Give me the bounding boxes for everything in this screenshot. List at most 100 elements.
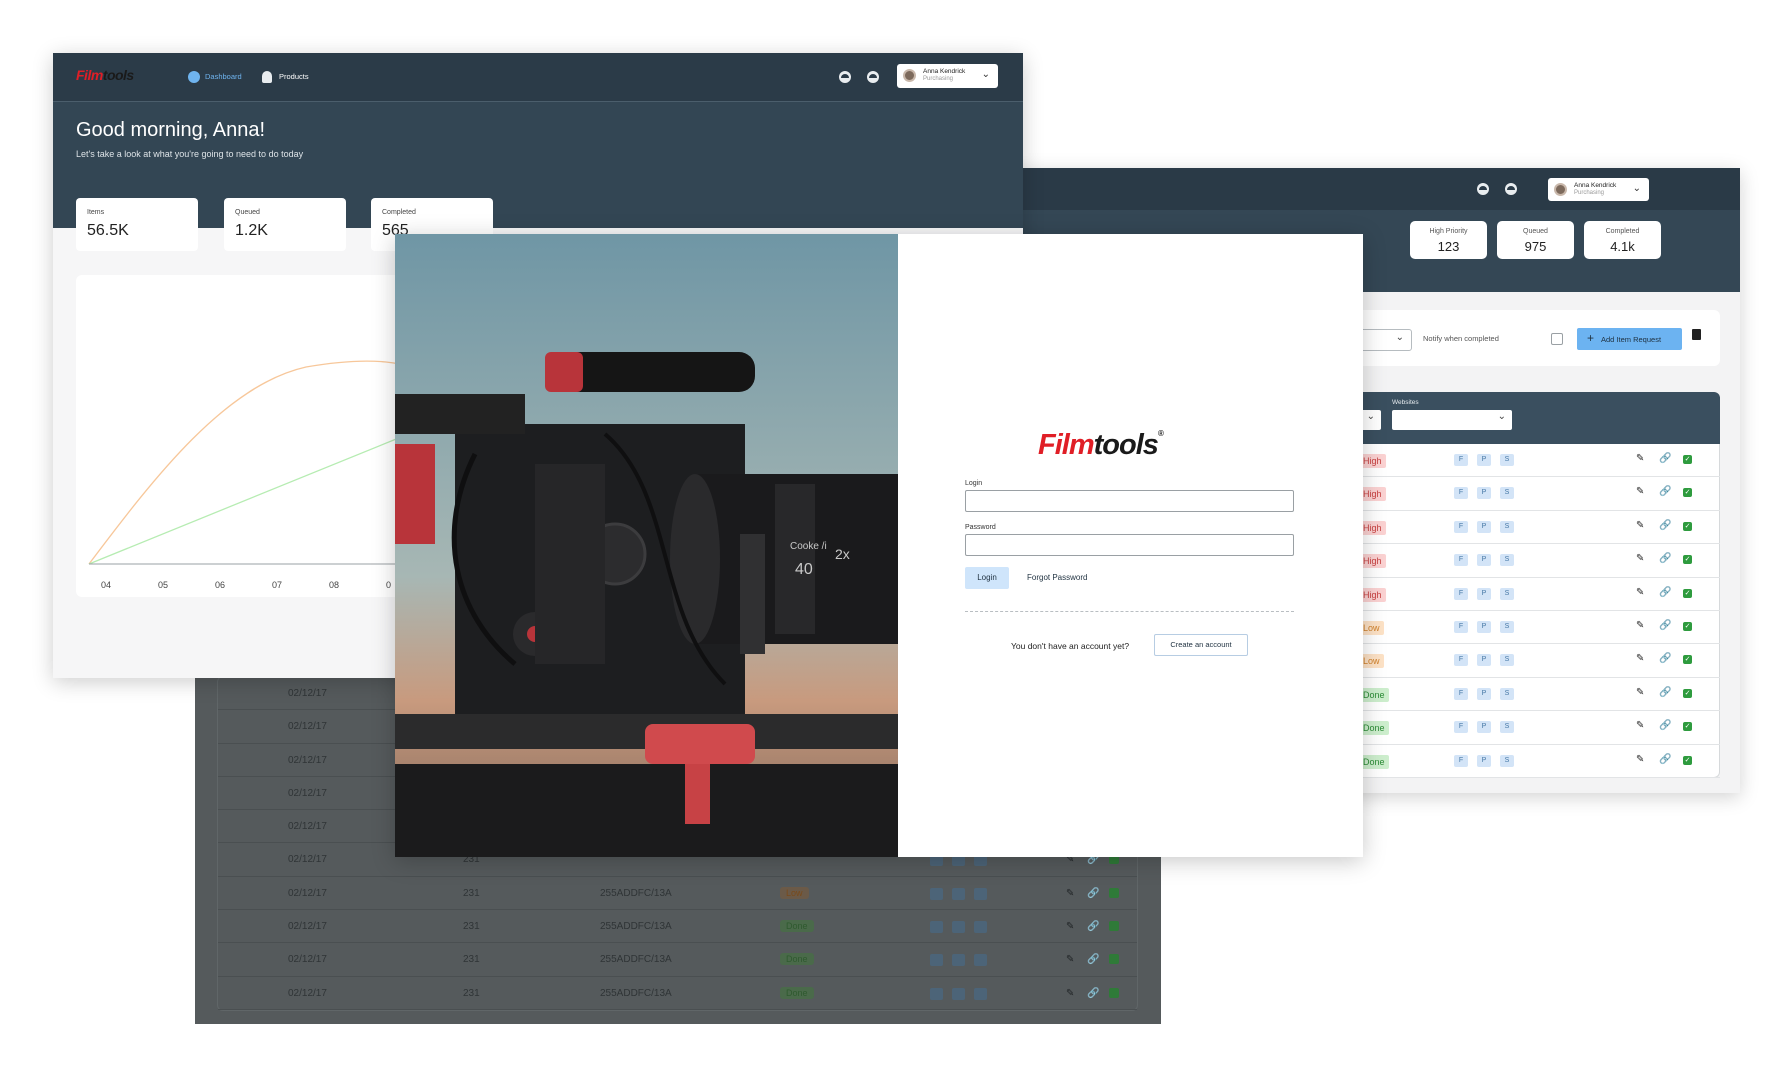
x-tick-labels: 04 05 06 07 08 0 [101,580,391,590]
link-icon[interactable]: 🔗 [1659,553,1671,564]
check-icon[interactable]: ✓ [1683,622,1692,631]
filmtools-logo[interactable]: Filmtools [76,67,134,83]
websites-filter-select[interactable]: ⌄ [1392,410,1512,430]
link-icon[interactable]: 🔗 [1659,754,1671,765]
website-tag[interactable]: P [1477,554,1491,567]
website-tag[interactable]: S [1500,654,1514,667]
check-icon[interactable]: ✓ [1683,455,1692,464]
check-icon[interactable]: ✓ [1683,588,1692,598]
gauge-icon[interactable] [839,71,851,83]
check-icon[interactable]: ✓ [1683,688,1692,698]
website-tag[interactable]: F [1454,654,1468,667]
website-tag[interactable]: F [1454,721,1468,734]
website-tag[interactable]: P [1477,654,1491,667]
edit-pencil-icon[interactable]: ✎ [1636,754,1644,765]
website-tag[interactable]: S [1500,721,1514,734]
user-menu[interactable]: Anna Kendrick Purchasing ⌄ [897,64,998,88]
gauge-icon[interactable] [1477,183,1489,195]
website-tag[interactable]: P [1477,621,1491,633]
website-tag[interactable]: S [1500,754,1514,767]
link-icon[interactable]: 🔗 [1659,720,1671,731]
website-tag[interactable]: P [1477,687,1491,700]
website-tag[interactable]: S [1500,554,1514,567]
check-icon[interactable]: ✓ [1683,755,1692,765]
website-tag[interactable]: S [1500,687,1514,700]
edit-pencil-icon[interactable]: ✎ [1636,653,1644,664]
website-tag[interactable]: P [1477,721,1491,734]
user-menu[interactable]: Anna Kendrick Purchasing ⌄ [1548,178,1649,201]
check-icon [1109,954,1119,965]
link-icon[interactable]: 🔗 [1659,453,1671,464]
website-tag[interactable]: F [1454,621,1468,633]
forgot-password-link[interactable]: Forgot Password [1027,567,1087,589]
website-tag[interactable]: S [1500,520,1514,533]
status-badge: Done [780,986,814,999]
edit-pencil-icon[interactable]: ✎ [1636,620,1644,631]
add-item-request-button[interactable]: + Add Item Request [1577,328,1682,350]
check-icon[interactable]: ✓ [1683,722,1692,732]
svg-text:2x: 2x [835,546,850,562]
nav-products[interactable]: Products [279,72,309,81]
website-tag [974,887,987,900]
website-tag[interactable]: P [1477,487,1491,500]
export-file-icon[interactable] [1692,329,1701,340]
stat-high-priority: High Priority 123 [1410,221,1487,259]
plus-icon: + [1587,331,1595,345]
edit-pencil-icon[interactable]: ✎ [1636,587,1644,598]
x-tick-label: 05 [158,580,168,590]
check-icon[interactable]: ✓ [1683,521,1692,531]
edit-pencil-icon[interactable]: ✎ [1636,486,1644,497]
password-input[interactable] [965,534,1294,556]
link-icon[interactable]: 🔗 [1659,520,1671,531]
website-tag[interactable]: P [1477,587,1491,600]
login-input[interactable] [965,490,1294,512]
dashboard-navbar: Filmtools Dashboard Products Anna Kendri… [53,53,1023,101]
website-tag[interactable]: S [1500,621,1514,633]
website-tag[interactable]: F [1454,687,1468,700]
website-tag[interactable]: F [1454,487,1468,500]
website-tag[interactable]: F [1454,587,1468,600]
website-tag[interactable]: F [1454,554,1468,567]
website-tag[interactable]: P [1477,754,1491,767]
website-tag[interactable]: P [1477,520,1491,533]
website-tag[interactable]: P [1477,454,1491,466]
website-tag [930,954,943,967]
gauge-icon[interactable] [867,71,879,83]
chevron-down-icon: ⌄ [1395,332,1404,343]
edit-pencil-icon[interactable]: ✎ [1636,720,1644,731]
edit-pencil-icon[interactable]: ✎ [1636,453,1644,464]
edit-pencil-icon[interactable]: ✎ [1636,553,1644,564]
link-icon[interactable]: 🔗 [1659,687,1671,698]
edit-pencil-icon[interactable]: ✎ [1636,687,1644,698]
nav-dashboard[interactable]: Dashboard [205,72,242,81]
check-icon[interactable]: ✓ [1683,555,1692,565]
link-icon[interactable]: 🔗 [1659,587,1671,598]
date-cell: 02/12/17 [288,721,327,733]
x-tick-label: 08 [329,580,339,590]
products-icon [262,71,272,83]
camera-photo: Cooke /i 40 2x [395,234,898,857]
link-icon[interactable]: 🔗 [1659,620,1671,631]
website-tag [952,921,965,934]
link-icon[interactable]: 🔗 [1659,486,1671,497]
stat-label: Queued [1523,228,1548,235]
website-tag [952,887,965,900]
edit-pencil-icon[interactable]: ✎ [1636,520,1644,531]
gauge-icon[interactable] [1505,183,1517,195]
website-tag[interactable]: F [1454,454,1468,466]
login-button[interactable]: Login [965,567,1009,589]
website-tag[interactable]: S [1500,487,1514,500]
website-tag[interactable]: F [1454,754,1468,767]
stat-value: 123 [1437,239,1460,254]
website-tag[interactable]: F [1454,520,1468,533]
link-icon[interactable]: 🔗 [1659,653,1671,664]
check-icon[interactable]: ✓ [1683,488,1692,498]
website-tag[interactable]: S [1500,454,1514,466]
create-account-button[interactable]: Create an account [1154,634,1248,656]
priority-badge: Done [1359,754,1389,769]
website-tag[interactable]: S [1500,587,1514,600]
website-tag [952,954,965,967]
notify-label: Notify when completed [1423,334,1499,343]
check-icon[interactable]: ✓ [1683,655,1692,665]
notify-checkbox[interactable] [1551,333,1563,345]
